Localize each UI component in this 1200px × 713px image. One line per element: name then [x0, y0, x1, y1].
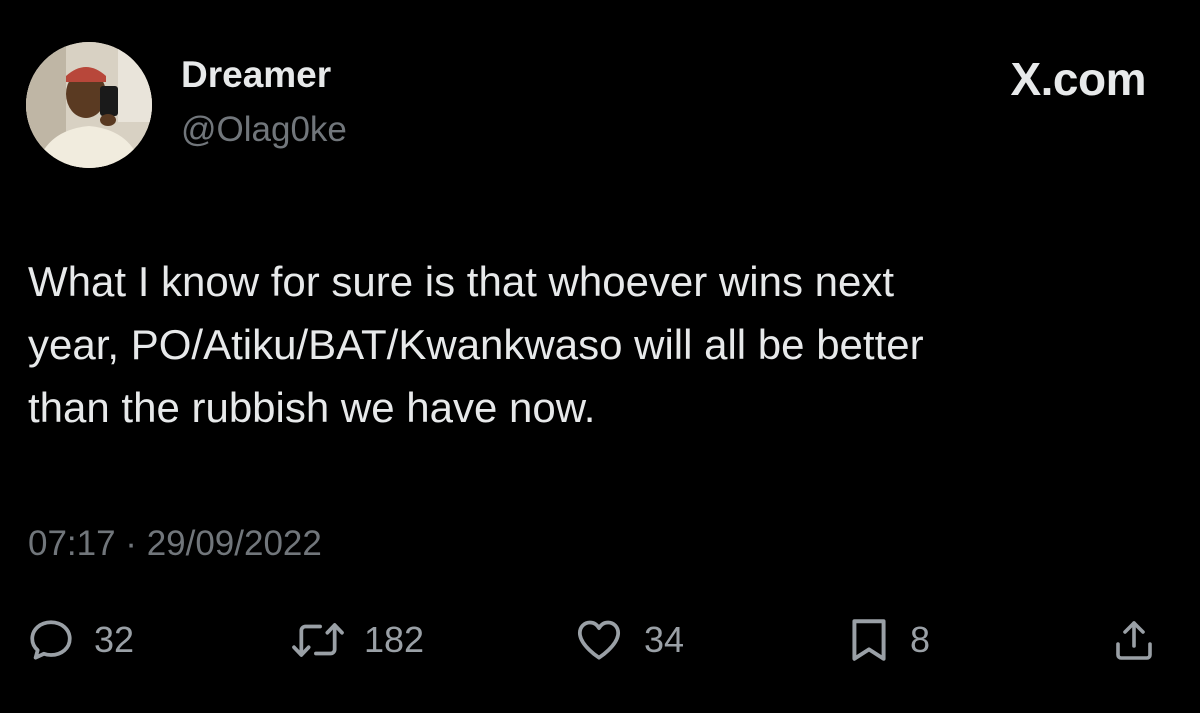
tweet-timestamp[interactable]: 07:17 · 29/09/2022	[28, 524, 322, 564]
share-icon	[1116, 621, 1152, 660]
tweet-text: What I know for sure is that whoever win…	[28, 258, 924, 431]
bookmark-icon	[852, 619, 886, 661]
retweet-button[interactable]: 182	[290, 612, 424, 668]
like-button[interactable]: 34	[572, 612, 684, 668]
heart-icon	[577, 620, 621, 660]
retweet-icon	[292, 623, 344, 657]
bookmark-count: 8	[910, 619, 931, 660]
share-button[interactable]	[1110, 612, 1158, 668]
bookmark-button[interactable]: 8	[846, 612, 930, 668]
display-name[interactable]: Dreamer	[181, 54, 331, 96]
brand-logo: X.com	[1010, 53, 1146, 105]
avatar[interactable]	[26, 42, 152, 168]
profile-photo	[26, 42, 152, 168]
user-handle[interactable]: @Olag0ke	[181, 110, 347, 150]
like-count: 34	[644, 619, 685, 660]
retweet-count: 182	[364, 619, 425, 660]
reply-count: 32	[94, 619, 135, 660]
reply-button[interactable]: 32	[26, 612, 134, 668]
reply-icon	[30, 620, 72, 660]
